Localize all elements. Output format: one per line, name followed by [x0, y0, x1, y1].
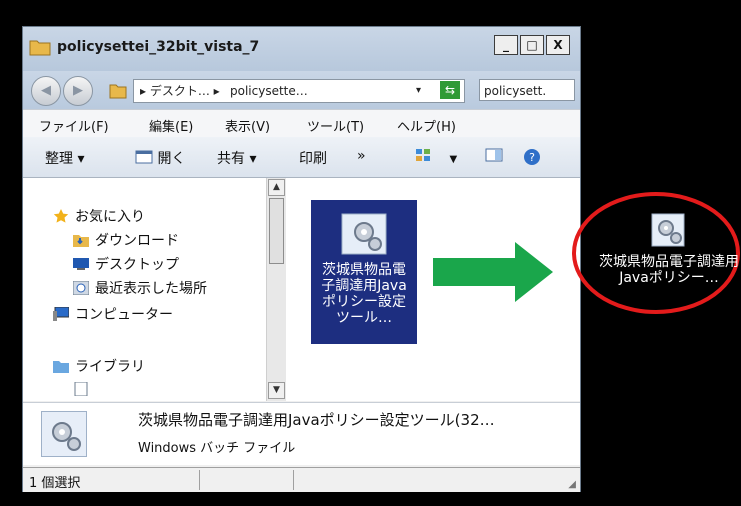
- minimize-button[interactable]: _: [494, 35, 518, 55]
- nav-libraries[interactable]: ライブラリ: [53, 356, 145, 376]
- title-bar[interactable]: policysettei_32bit_vista_7 _ □ X: [23, 27, 580, 71]
- help-icon: ?: [524, 149, 540, 165]
- organize-button[interactable]: 整理 ▾: [45, 148, 84, 168]
- desktop-icon: [73, 257, 89, 271]
- menu-tools[interactable]: ツール(T): [307, 116, 364, 135]
- back-button[interactable]: ◀: [31, 76, 61, 106]
- back-arrow-icon: ◀: [41, 83, 51, 98]
- close-button[interactable]: X: [546, 35, 570, 55]
- star-icon: [53, 209, 69, 223]
- file-name-label: 茨城県物品電子調達用Javaポリシー設定ツール…: [321, 262, 407, 326]
- view-icon: [416, 149, 430, 161]
- forward-button[interactable]: ▶: [63, 76, 93, 106]
- menu-view[interactable]: 表示(V): [225, 116, 270, 135]
- breadcrumb-desktop[interactable]: ▸ デスクト… ▸: [140, 80, 220, 102]
- forward-arrow-icon: ▶: [73, 83, 83, 98]
- help-button[interactable]: ?: [523, 148, 541, 167]
- open-label: 開く: [157, 151, 186, 167]
- nav-recent-places-label: 最近表示した場所: [95, 281, 207, 297]
- view-options-button[interactable]: ▼: [415, 148, 457, 166]
- chevron-down-icon[interactable]: ▾: [416, 80, 421, 102]
- address-bar[interactable]: ▸ デスクト… ▸ policysette… ▾ ⇆: [133, 79, 465, 103]
- print-button[interactable]: 印刷: [299, 148, 327, 168]
- batch-file-gear-icon: [651, 213, 685, 247]
- nav-recent-places[interactable]: 最近表示した場所: [72, 278, 207, 298]
- scroll-up-icon[interactable]: ▲: [268, 179, 285, 196]
- libraries-icon: [53, 359, 69, 373]
- scrollbar-thumb[interactable]: [269, 198, 284, 264]
- selected-file-item[interactable]: 茨城県物品電子調達用Javaポリシー設定ツール…: [311, 200, 417, 344]
- navigation-bar: ◀ ▶ ▸ デスクト… ▸ policysette… ▾ ⇆ policyset…: [23, 71, 580, 109]
- menu-bar: ファイル(F) 編集(E) 表示(V) ツール(T) ヘルプ(H): [23, 109, 580, 139]
- open-icon: [135, 150, 153, 164]
- resize-grip-icon[interactable]: ◢: [568, 479, 576, 490]
- scroll-down-icon[interactable]: ▼: [268, 382, 285, 399]
- status-divider: [199, 470, 200, 490]
- caption-buttons: _ □ X: [492, 35, 570, 55]
- nav-libraries-label: ライブラリ: [75, 359, 145, 375]
- desktop-icon-label: 茨城県物品電子調達用Javaポリシー…: [599, 254, 739, 286]
- menu-help[interactable]: ヘルプ(H): [397, 116, 456, 135]
- folder-icon: [29, 40, 51, 56]
- share-button[interactable]: 共有 ▾: [217, 148, 256, 168]
- recent-places-icon: [72, 280, 90, 296]
- nav-desktop-label: デスクトップ: [95, 257, 179, 273]
- nav-computer[interactable]: コンピューター: [53, 304, 173, 324]
- green-arrow-icon: [433, 242, 553, 302]
- open-button[interactable]: 開く: [135, 148, 185, 168]
- preview-pane-button[interactable]: [485, 148, 503, 166]
- nav-computer-label: コンピューター: [75, 307, 173, 323]
- nav-downloads-label: ダウンロード: [95, 233, 179, 249]
- nav-favorites[interactable]: お気に入り: [53, 206, 145, 226]
- nav-favorites-label: お気に入り: [75, 209, 145, 225]
- chevron-down-icon: ▼: [449, 154, 458, 165]
- selection-count: 1 個選択: [29, 476, 81, 491]
- command-toolbar: 整理 ▾ 開く 共有 ▾ 印刷 » ▼ ?: [23, 137, 580, 178]
- more-commands-button[interactable]: »: [357, 148, 366, 164]
- breadcrumb-folder[interactable]: policysette…: [230, 80, 308, 102]
- details-pane: 茨城県物品電子調達用Javaポリシー設定ツール(32… Windows バッチ …: [23, 402, 580, 465]
- folder-icon: [109, 84, 127, 99]
- nav-pane-scrollbar[interactable]: ▲ ▼: [266, 178, 287, 401]
- refresh-icon[interactable]: ⇆: [440, 81, 460, 99]
- maximize-button[interactable]: □: [520, 35, 544, 55]
- download-folder-icon: [73, 233, 89, 247]
- nav-documents-partial[interactable]: [73, 382, 95, 400]
- nav-downloads[interactable]: ダウンロード: [73, 230, 179, 250]
- nav-desktop[interactable]: デスクトップ: [73, 254, 179, 274]
- menu-edit[interactable]: 編集(E): [149, 116, 193, 135]
- details-file-type: Windows バッチ ファイル: [138, 441, 296, 456]
- navigation-pane: お気に入り ダウンロード デスクトップ 最近表示した場所 コンピューター ライブ: [23, 178, 266, 401]
- status-divider: [293, 470, 294, 490]
- computer-icon: [53, 306, 70, 321]
- batch-file-gear-icon: [41, 411, 87, 457]
- details-file-name: 茨城県物品電子調達用Javaポリシー設定ツール(32…: [138, 411, 495, 429]
- documents-icon: [73, 382, 89, 397]
- batch-file-gear-icon: [341, 213, 387, 255]
- svg-text:?: ?: [529, 151, 535, 164]
- search-input[interactable]: policysett.: [479, 79, 575, 101]
- preview-pane-icon: [485, 148, 503, 162]
- desktop-batch-file-icon[interactable]: [646, 208, 690, 252]
- status-bar: 1 個選択 ◢: [23, 467, 580, 492]
- window-title: policysettei_32bit_vista_7: [57, 39, 260, 55]
- menu-file[interactable]: ファイル(F): [39, 116, 109, 135]
